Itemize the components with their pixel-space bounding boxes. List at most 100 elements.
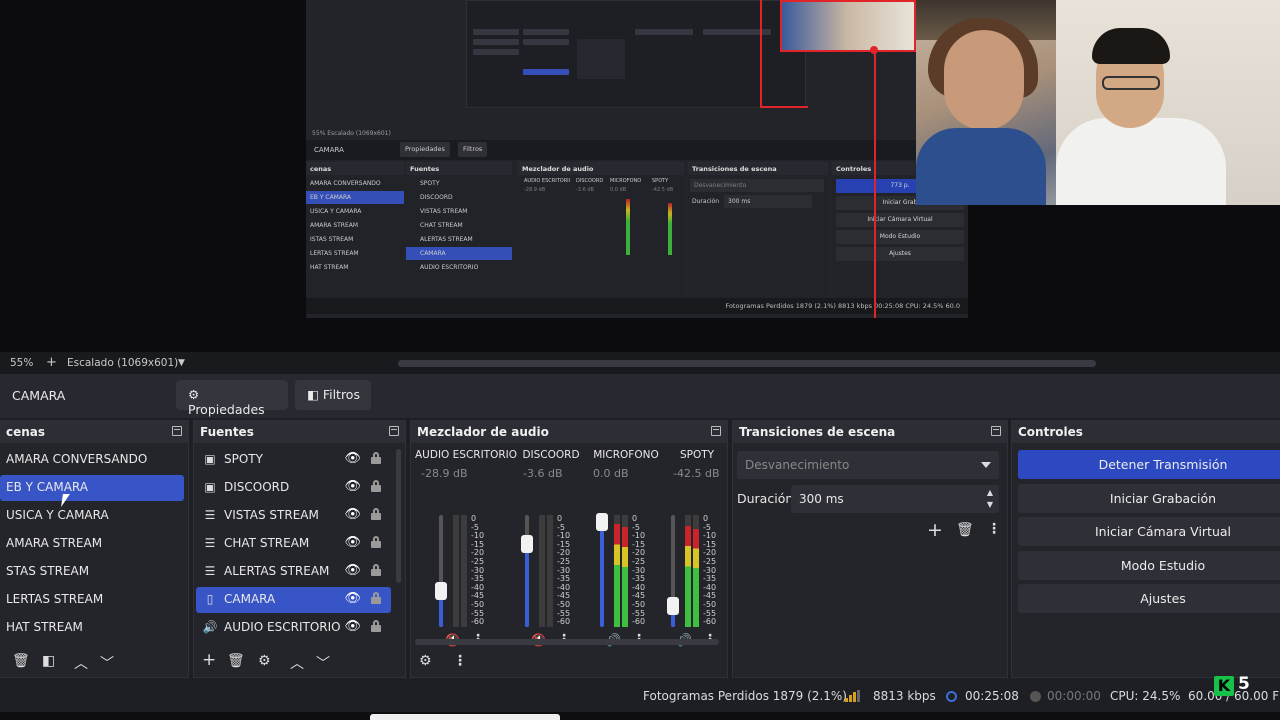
scene-item[interactable]: AMARA STREAM bbox=[0, 531, 188, 557]
scene-item[interactable]: HAT STREAM bbox=[0, 615, 188, 641]
scene-item[interactable]: EB Y CAMARA bbox=[0, 475, 184, 501]
transform-handle[interactable] bbox=[870, 46, 878, 54]
move-source-up-icon[interactable]: ︿ bbox=[290, 653, 304, 673]
undock-icon[interactable] bbox=[711, 426, 721, 436]
lock-icon[interactable] bbox=[371, 536, 381, 548]
window-capture-icon: ▣ bbox=[204, 480, 216, 494]
undock-icon[interactable] bbox=[991, 426, 1001, 436]
scene-item[interactable]: LERTAS STREAM bbox=[0, 587, 188, 613]
nested-scene-item: AMARA CONVERSANDO bbox=[310, 180, 381, 187]
lock-icon[interactable] bbox=[371, 452, 381, 464]
zoom-in-button[interactable]: + bbox=[46, 355, 57, 370]
webcam-source[interactable] bbox=[916, 0, 1280, 205]
channel-name: DISCOORD bbox=[522, 449, 580, 461]
volume-fader[interactable] bbox=[521, 515, 533, 627]
source-item-label: CAMARA bbox=[224, 592, 276, 606]
source-properties-gear-icon[interactable]: ⚙ bbox=[258, 653, 271, 669]
source-item[interactable]: ▣ SPOTY 👁 bbox=[196, 447, 391, 473]
properties-button[interactable]: ⚙Propiedades bbox=[176, 380, 288, 417]
sources-dock-title: Fuentes bbox=[200, 425, 254, 439]
remove-scene-icon[interactable]: 🗑 bbox=[12, 653, 30, 669]
remove-source-icon[interactable]: 🗑 bbox=[227, 653, 245, 669]
move-scene-up-icon[interactable]: ︿ bbox=[74, 653, 88, 673]
preview-canvas[interactable]: 55% Escalado (1069x601) CAMARA Propiedad… bbox=[0, 0, 1280, 352]
source-item[interactable]: 🔊 AUDIO ESCRITORIO 👁 bbox=[196, 615, 391, 641]
mixer-menu-kebab-icon[interactable]: ⋮ bbox=[453, 653, 467, 669]
duration-value: 300 ms bbox=[799, 492, 844, 506]
channel-name: AUDIO ESCRITORIO bbox=[415, 449, 518, 461]
duration-spinbox[interactable]: 300 ms ▲ ▼ bbox=[791, 485, 999, 513]
add-source-icon[interactable]: + bbox=[202, 650, 216, 670]
control-button[interactable]: Modo Estudio bbox=[1018, 550, 1280, 580]
control-button[interactable]: Iniciar Grabación bbox=[1018, 483, 1280, 513]
audio-mixer-dock: Mezclador de audio AUDIO ESCRITORIO -28.9… bbox=[410, 420, 728, 678]
visibility-eye-icon[interactable]: 👁 bbox=[344, 451, 361, 466]
visibility-eye-icon[interactable]: 👁 bbox=[344, 619, 361, 634]
fader-handle[interactable] bbox=[596, 513, 608, 531]
selected-source-name: CAMARA bbox=[12, 388, 66, 403]
visibility-eye-icon[interactable]: 👁 bbox=[344, 507, 361, 522]
scene-item-label: STAS STREAM bbox=[6, 564, 90, 578]
visibility-eye-icon[interactable]: 👁 bbox=[344, 591, 361, 606]
volume-fader[interactable] bbox=[435, 515, 447, 627]
transition-menu-kebab-icon[interactable]: ⋮ bbox=[987, 521, 1001, 537]
scene-item[interactable]: STAS STREAM bbox=[0, 559, 188, 585]
fader-handle[interactable] bbox=[667, 597, 679, 615]
mixer-horizontal-scrollbar[interactable] bbox=[415, 639, 719, 645]
add-transition-icon[interactable]: + bbox=[927, 519, 943, 541]
visibility-eye-icon[interactable]: 👁 bbox=[344, 535, 361, 550]
visibility-eye-icon[interactable]: 👁 bbox=[344, 563, 361, 578]
move-scene-down-icon[interactable]: ﹀ bbox=[100, 653, 114, 673]
undock-icon[interactable] bbox=[172, 426, 182, 436]
lock-icon[interactable] bbox=[371, 508, 381, 520]
transition-select[interactable]: Desvanecimiento bbox=[737, 451, 999, 479]
source-item[interactable]: ▣ DISCOORD 👁 bbox=[196, 475, 391, 501]
lock-icon[interactable] bbox=[371, 480, 381, 492]
source-item[interactable]: ☰ VISTAS STREAM 👁 bbox=[196, 503, 391, 529]
scaling-dropdown-icon[interactable]: ▼ bbox=[178, 358, 185, 368]
remove-transition-icon[interactable]: 🗑 bbox=[956, 522, 974, 538]
level-meter bbox=[461, 515, 467, 627]
increment-icon[interactable]: ▲ bbox=[987, 488, 993, 497]
sources-scrollbar[interactable] bbox=[396, 449, 401, 583]
control-button[interactable]: Ajustes bbox=[1018, 584, 1280, 613]
source-item[interactable]: ☰ ALERTAS STREAM 👁 bbox=[196, 559, 391, 585]
visibility-eye-icon[interactable]: 👁 bbox=[344, 479, 361, 494]
nested-channel-db: -3.6 dB bbox=[576, 187, 594, 193]
cpu-usage: CPU: 24.5% bbox=[1110, 689, 1181, 703]
filters-button[interactable]: ◧ Filtros bbox=[295, 380, 371, 410]
scene-filters-icon[interactable]: ◧ bbox=[42, 653, 55, 669]
record-icon bbox=[1030, 691, 1041, 702]
nested-transition-select: Desvanecimiento bbox=[690, 179, 824, 192]
nested-dock-header: Transiciones de escena bbox=[688, 163, 828, 175]
nested-zoom-text: 55% Escalado (1069x601) bbox=[312, 130, 391, 137]
bitrate: 8813 kbps bbox=[873, 689, 936, 703]
control-button[interactable]: Iniciar Cámara Virtual bbox=[1018, 517, 1280, 546]
level-meter bbox=[539, 515, 545, 627]
source-item[interactable]: ▯ CAMARA 👁 bbox=[196, 587, 391, 613]
lock-icon[interactable] bbox=[371, 564, 381, 576]
lock-icon[interactable] bbox=[371, 592, 381, 604]
scene-item[interactable]: USICA Y CAMARA bbox=[0, 503, 188, 529]
preview-horizontal-scrollbar[interactable] bbox=[398, 360, 1096, 367]
control-button[interactable]: Detener Transmisión bbox=[1018, 450, 1280, 479]
decrement-icon[interactable]: ▼ bbox=[987, 500, 993, 509]
preview-zoom-bar: 55% + Escalado (1069x601) ▼ bbox=[0, 352, 1280, 374]
scene-item-label: HAT STREAM bbox=[6, 620, 83, 634]
fader-handle[interactable] bbox=[435, 582, 447, 600]
advanced-audio-gear-icon[interactable]: ⚙ bbox=[419, 653, 432, 669]
scaling-label: Escalado (1069x601) bbox=[67, 357, 179, 369]
undock-icon[interactable] bbox=[389, 426, 399, 436]
scene-item[interactable]: AMARA CONVERSANDO bbox=[0, 447, 188, 473]
volume-fader[interactable] bbox=[667, 515, 679, 627]
taskbar-app-indicator[interactable] bbox=[370, 714, 560, 720]
volume-fader[interactable] bbox=[596, 513, 608, 627]
watermark-letter: K bbox=[1214, 676, 1234, 696]
move-source-down-icon[interactable]: ﹀ bbox=[316, 653, 330, 673]
source-item[interactable]: ☰ CHAT STREAM 👁 bbox=[196, 531, 391, 557]
level-meter bbox=[685, 515, 691, 627]
channel-db-readout: -42.5 dB bbox=[673, 467, 720, 480]
fader-handle[interactable] bbox=[521, 535, 533, 553]
lock-icon[interactable] bbox=[371, 620, 381, 632]
source-item-label: ALERTAS STREAM bbox=[224, 564, 330, 578]
